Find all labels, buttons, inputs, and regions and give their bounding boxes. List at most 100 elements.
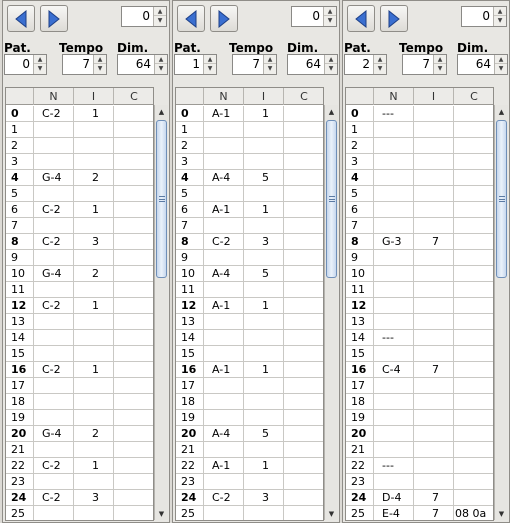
spinner-up-icon[interactable]: ▲ xyxy=(374,55,386,64)
instrument-cell[interactable]: 2 xyxy=(74,426,114,441)
scroll-up-icon[interactable]: ▲ xyxy=(325,105,338,118)
spinner-down-icon[interactable]: ▼ xyxy=(494,16,506,25)
table-row[interactable]: 2 xyxy=(176,138,323,154)
note-cell[interactable]: C-2 xyxy=(34,106,74,121)
scrollbar-thumb[interactable] xyxy=(156,120,167,278)
command-cell[interactable] xyxy=(454,170,493,185)
table-row[interactable]: 10 G-4 2 xyxy=(6,266,153,282)
spinner-down-icon[interactable]: ▼ xyxy=(374,64,386,73)
dim-spinner[interactable]: 64 ▲ ▼ xyxy=(457,54,508,75)
note-cell[interactable]: G-3 xyxy=(374,234,414,249)
table-row[interactable]: 17 xyxy=(176,378,323,394)
spinner-up-icon[interactable]: ▲ xyxy=(94,55,106,64)
previous-pattern-button[interactable] xyxy=(347,5,375,32)
table-row[interactable]: 8 C-2 3 xyxy=(176,234,323,250)
note-cell[interactable] xyxy=(34,378,74,393)
note-cell[interactable]: A-4 xyxy=(204,170,244,185)
instrument-cell[interactable] xyxy=(414,186,454,201)
note-cell[interactable] xyxy=(204,154,244,169)
command-cell[interactable] xyxy=(454,458,493,473)
note-cell[interactable]: A-1 xyxy=(204,106,244,121)
dim-spinner[interactable]: 64 ▲ ▼ xyxy=(117,54,168,75)
spinner-down-icon[interactable]: ▼ xyxy=(154,16,166,25)
command-cell[interactable] xyxy=(454,314,493,329)
note-cell[interactable] xyxy=(204,442,244,457)
instrument-cell[interactable]: 7 xyxy=(414,490,454,505)
instrument-cell[interactable] xyxy=(244,314,284,329)
note-cell[interactable] xyxy=(204,250,244,265)
table-row[interactable]: 23 xyxy=(346,474,493,490)
command-cell[interactable] xyxy=(454,202,493,217)
command-cell[interactable] xyxy=(454,426,493,441)
note-cell[interactable] xyxy=(204,122,244,137)
note-cell[interactable]: C-2 xyxy=(34,202,74,217)
command-cell[interactable] xyxy=(114,458,153,473)
tempo-spinner[interactable]: 7 ▲ ▼ xyxy=(62,54,107,75)
table-row[interactable]: 1 xyxy=(6,122,153,138)
table-row[interactable]: 18 xyxy=(346,394,493,410)
command-cell[interactable] xyxy=(284,298,323,313)
instrument-cell[interactable] xyxy=(414,346,454,361)
instrument-cell[interactable]: 1 xyxy=(244,458,284,473)
note-cell[interactable] xyxy=(204,218,244,233)
instrument-cell[interactable] xyxy=(74,442,114,457)
command-cell[interactable] xyxy=(284,202,323,217)
note-cell[interactable] xyxy=(374,474,414,489)
column-header-command[interactable]: C xyxy=(284,88,323,105)
instrument-cell[interactable]: 7 xyxy=(414,506,454,520)
note-cell[interactable] xyxy=(34,346,74,361)
note-cell[interactable] xyxy=(34,330,74,345)
next-pattern-button[interactable] xyxy=(380,5,408,32)
command-cell[interactable] xyxy=(284,106,323,121)
instrument-cell[interactable]: 1 xyxy=(74,202,114,217)
instrument-cell[interactable] xyxy=(244,330,284,345)
instrument-cell[interactable] xyxy=(74,138,114,153)
command-cell[interactable] xyxy=(114,442,153,457)
spinner-up-icon[interactable]: ▲ xyxy=(325,55,337,64)
command-cell[interactable] xyxy=(114,138,153,153)
instrument-cell[interactable] xyxy=(414,250,454,265)
column-header-command[interactable]: C xyxy=(454,88,493,105)
command-cell[interactable] xyxy=(114,234,153,249)
instrument-cell[interactable] xyxy=(74,346,114,361)
command-cell[interactable] xyxy=(114,346,153,361)
instrument-cell[interactable] xyxy=(414,426,454,441)
command-cell[interactable] xyxy=(114,170,153,185)
instrument-cell[interactable] xyxy=(74,378,114,393)
command-cell[interactable] xyxy=(284,378,323,393)
instrument-cell[interactable]: 5 xyxy=(244,266,284,281)
command-cell[interactable] xyxy=(454,106,493,121)
note-cell[interactable] xyxy=(204,410,244,425)
note-cell[interactable] xyxy=(34,506,74,520)
command-cell[interactable] xyxy=(284,362,323,377)
note-cell[interactable]: C-2 xyxy=(34,490,74,505)
pattern-table[interactable]: N I C 0 --- 1 2 3 4 5 6 7 8 G-3 7 9 10 11 12 13 14 --- 15 16… xyxy=(345,87,494,521)
table-row[interactable]: 3 xyxy=(6,154,153,170)
instrument-cell[interactable] xyxy=(414,266,454,281)
table-row[interactable]: 15 xyxy=(6,346,153,362)
scroll-up-icon[interactable]: ▲ xyxy=(495,105,508,118)
instrument-cell[interactable]: 5 xyxy=(244,426,284,441)
table-row[interactable]: 25 xyxy=(176,506,323,520)
instrument-cell[interactable] xyxy=(74,474,114,489)
command-cell[interactable] xyxy=(114,186,153,201)
table-row[interactable]: 4 A-4 5 xyxy=(176,170,323,186)
table-row[interactable]: 11 xyxy=(6,282,153,298)
table-row[interactable]: 19 xyxy=(6,410,153,426)
note-cell[interactable] xyxy=(374,442,414,457)
table-row[interactable]: 7 xyxy=(6,218,153,234)
note-cell[interactable] xyxy=(34,410,74,425)
dim-spinner[interactable]: 64 ▲ ▼ xyxy=(287,54,338,75)
instrument-cell[interactable]: 3 xyxy=(74,234,114,249)
instrument-cell[interactable] xyxy=(414,330,454,345)
note-cell[interactable] xyxy=(34,122,74,137)
note-cell[interactable] xyxy=(374,410,414,425)
command-cell[interactable] xyxy=(284,410,323,425)
table-row[interactable]: 10 A-4 5 xyxy=(176,266,323,282)
command-cell[interactable] xyxy=(114,490,153,505)
spinner-down-icon[interactable]: ▼ xyxy=(434,64,446,73)
next-pattern-button[interactable] xyxy=(210,5,238,32)
note-cell[interactable]: C-2 xyxy=(34,458,74,473)
command-cell[interactable] xyxy=(284,154,323,169)
instrument-cell[interactable] xyxy=(414,154,454,169)
